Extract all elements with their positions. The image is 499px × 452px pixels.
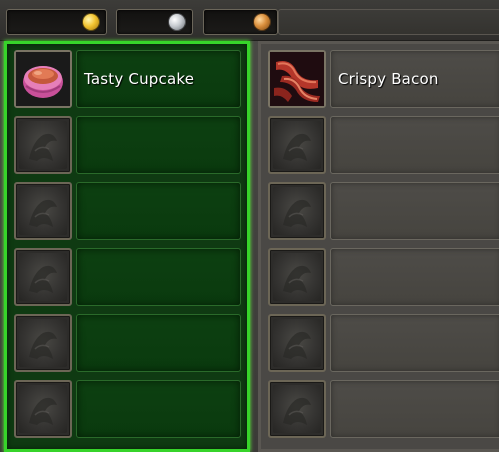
- item-name: Tasty Cupcake: [84, 70, 195, 88]
- empty-slot-icon: [19, 121, 67, 169]
- item-icon-slot[interactable]: [14, 380, 72, 438]
- target-trade-slot-6[interactable]: [268, 380, 499, 438]
- empty-slot-icon: [19, 253, 67, 301]
- copper-amount-field[interactable]: [203, 9, 278, 35]
- cupcake-icon: [16, 52, 70, 106]
- empty-slot-icon: [273, 121, 321, 169]
- silver-coin-icon: [168, 13, 186, 31]
- item-name: Crispy Bacon: [338, 70, 439, 88]
- item-name-box: [330, 116, 499, 174]
- player-trade-slot-1[interactable]: Tasty Cupcake: [14, 50, 241, 108]
- empty-slot-icon: [273, 319, 321, 367]
- target-trade-panel: Crispy Bacon: [258, 41, 499, 452]
- player-trade-slot-3[interactable]: [14, 182, 241, 240]
- item-icon-slot[interactable]: [14, 314, 72, 372]
- target-trade-slot-2[interactable]: [268, 116, 499, 174]
- item-name-box: Crispy Bacon: [330, 50, 499, 108]
- empty-slot-icon: [19, 385, 67, 433]
- item-icon-slot[interactable]: [268, 248, 326, 306]
- gold-amount-field[interactable]: [6, 9, 107, 35]
- item-icon-slot[interactable]: [14, 116, 72, 174]
- target-trade-slot-3[interactable]: [268, 182, 499, 240]
- item-icon-slot[interactable]: [14, 182, 72, 240]
- item-name-box: [76, 182, 241, 240]
- target-trade-slot-5[interactable]: [268, 314, 499, 372]
- target-trade-slot-1[interactable]: Crispy Bacon: [268, 50, 499, 108]
- item-icon-slot[interactable]: [14, 248, 72, 306]
- empty-slot-icon: [19, 187, 67, 235]
- item-icon-slot[interactable]: [268, 50, 326, 108]
- money-bar: [0, 0, 499, 41]
- player-trade-slot-6[interactable]: [14, 380, 241, 438]
- item-icon-slot[interactable]: [14, 50, 72, 108]
- item-name-box: [76, 116, 241, 174]
- empty-slot-icon: [273, 385, 321, 433]
- item-name-box: [330, 182, 499, 240]
- copper-coin-icon: [253, 13, 271, 31]
- item-name-box: [330, 314, 499, 372]
- gold-coin-icon: [82, 13, 100, 31]
- item-name-box: [330, 248, 499, 306]
- item-name-box: [76, 248, 241, 306]
- target-trade-slot-4[interactable]: [268, 248, 499, 306]
- item-icon-slot[interactable]: [268, 116, 326, 174]
- item-name-box: [76, 380, 241, 438]
- player-trade-slot-5[interactable]: [14, 314, 241, 372]
- empty-slot-icon: [19, 319, 67, 367]
- target-money-bar: [278, 9, 499, 35]
- item-icon-slot[interactable]: [268, 182, 326, 240]
- silver-amount-field[interactable]: [116, 9, 193, 35]
- item-name-box: [330, 380, 499, 438]
- player-trade-slot-4[interactable]: [14, 248, 241, 306]
- item-name-box: Tasty Cupcake: [76, 50, 241, 108]
- trade-window: Tasty Cupcake Crispy Bacon: [0, 0, 499, 452]
- player-trade-panel: Tasty Cupcake: [4, 41, 250, 452]
- item-icon-slot[interactable]: [268, 314, 326, 372]
- empty-slot-icon: [273, 253, 321, 301]
- item-icon-slot[interactable]: [268, 380, 326, 438]
- player-trade-slot-2[interactable]: [14, 116, 241, 174]
- item-name-box: [76, 314, 241, 372]
- bacon-icon: [270, 52, 324, 106]
- empty-slot-icon: [273, 187, 321, 235]
